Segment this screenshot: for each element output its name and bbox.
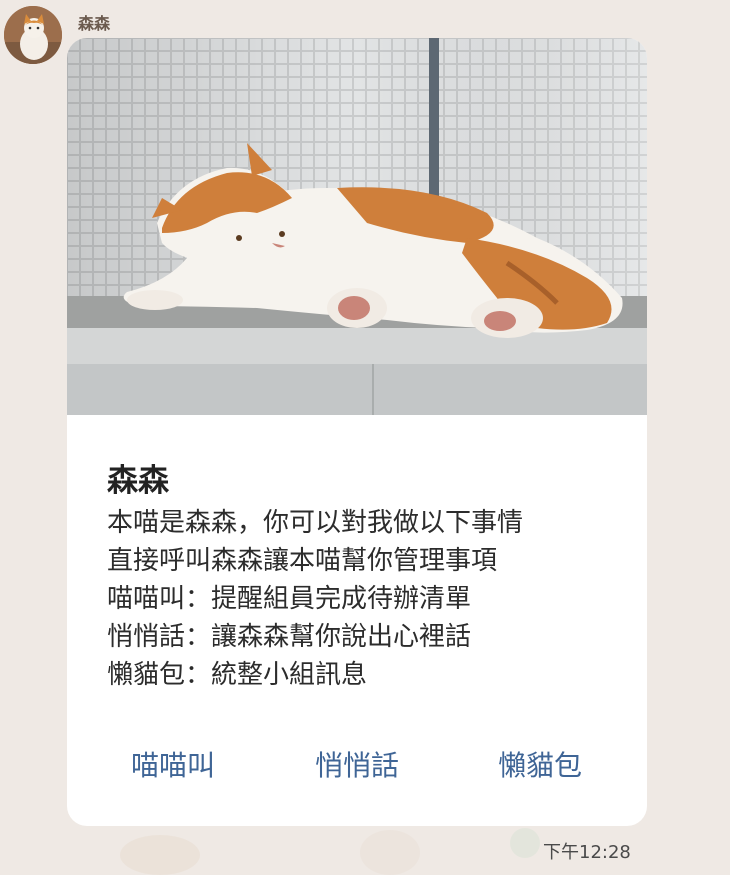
description-line: 直接呼叫森森讓本喵幫你管理事項 [107, 546, 498, 576]
background-decoration [510, 828, 540, 858]
card-title: 森森 [107, 463, 169, 499]
sender-name: 森森 [78, 14, 111, 33]
background-decoration [360, 830, 420, 875]
card-description: 本喵是森森，你可以對我做以下事情 直接呼叫森森讓本喵幫你管理事項 喵喵叫：提醒組… [107, 504, 637, 694]
card-actions: 喵喵叫 悄悄話 懶貓包 [67, 741, 647, 791]
meow-action-button[interactable]: 喵喵叫 [93, 741, 253, 791]
description-line: 喵喵叫：提醒組員完成待辦清單 [107, 584, 472, 614]
description-line: 悄悄話：讓森森幫你說出心裡話 [107, 622, 472, 652]
cat-photo[interactable] [67, 38, 647, 415]
whisper-action-button[interactable]: 悄悄話 [277, 741, 437, 791]
lazy-cat-pack-action-button[interactable]: 懶貓包 [460, 741, 620, 791]
description-line: 懶貓包：統整小組訊息 [107, 660, 368, 690]
message-timestamp: 下午12:28 [543, 842, 631, 863]
description-line: 本喵是森森，你可以對我做以下事情 [107, 508, 524, 538]
rich-message-card: 森森 本喵是森森，你可以對我做以下事情 直接呼叫森森讓本喵幫你管理事項 喵喵叫：… [67, 38, 647, 826]
sender-avatar[interactable] [4, 6, 62, 64]
background-decoration [120, 835, 200, 875]
